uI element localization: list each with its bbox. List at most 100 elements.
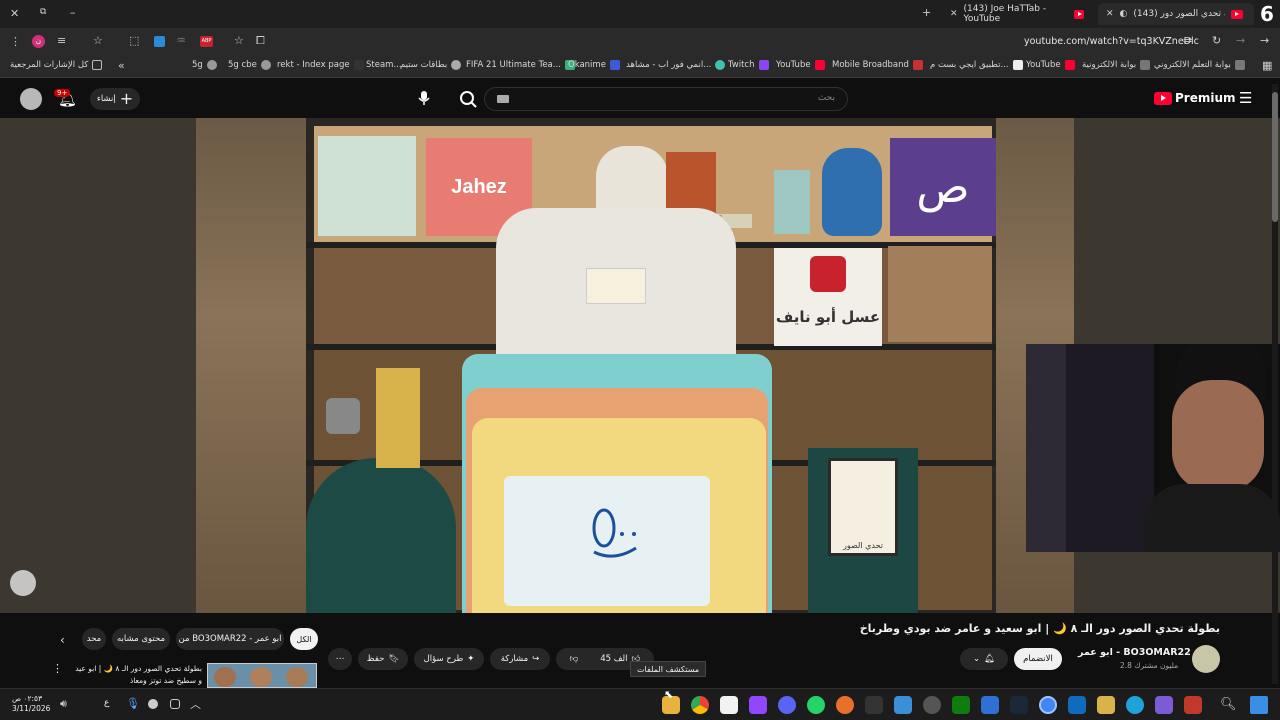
taskbar-search-icon[interactable]: 🔍︎ (1220, 697, 1237, 712)
app-icon[interactable] (720, 696, 738, 714)
extension-blue-icon[interactable] (154, 36, 165, 47)
bookmarks-grid-icon[interactable]: ▦ (1262, 59, 1272, 72)
menu-dots-icon[interactable]: ⋮ (10, 35, 21, 48)
start-button-icon[interactable] (1250, 696, 1268, 714)
tab-current-video[interactable]: ✕ ◐ (143) بطولة تحدي الصور دور... (1098, 3, 1254, 25)
youtube-premium-logo[interactable]: Premium (1154, 91, 1236, 105)
twitch-taskbar-icon[interactable] (749, 696, 767, 714)
video-frame[interactable]: Jahez BEST ص عسل أبو نايف تحدي الصور (196, 118, 1074, 613)
bookmark-item[interactable]: بوابة الالكترونية (1082, 60, 1151, 70)
app-blue2-icon[interactable] (981, 696, 999, 714)
microphone-tray-icon[interactable]: 🎙︎ (126, 697, 140, 710)
create-button[interactable]: إنشاء + (90, 88, 140, 110)
bookmark-item[interactable]: بطاقات ستيم (400, 60, 462, 70)
bookmark-item[interactable]: تطبيق ايجي بست م... (930, 60, 1023, 70)
reload-icon[interactable]: ↻ (1212, 34, 1221, 47)
minimize-window-icon[interactable]: – (70, 6, 76, 19)
hamburger-menu-icon[interactable]: ☰ (1239, 89, 1252, 107)
more-bookmarks-icon[interactable]: « (118, 59, 125, 72)
bookmark-item[interactable]: rekt - Index page (277, 60, 364, 70)
subscribed-button[interactable]: ⌄ 🔔︎ (960, 648, 1008, 670)
bookmark-item[interactable]: Okanime (568, 60, 620, 70)
xbox-icon[interactable] (952, 696, 970, 714)
ask-button[interactable]: طرح سؤال ✦ (414, 648, 484, 670)
discord-icon[interactable] (778, 696, 796, 714)
restore-window-icon[interactable]: ⧉ (40, 7, 46, 17)
bookmark-item[interactable]: Steam... (366, 60, 402, 70)
steam-taskbar-icon[interactable] (1010, 696, 1028, 714)
channel-avatar[interactable] (1192, 645, 1220, 673)
close-window-icon[interactable]: ✕ (10, 7, 19, 20)
obs-icon[interactable] (923, 696, 941, 714)
chip-all[interactable]: الكل (290, 628, 318, 650)
edge-icon[interactable] (1126, 696, 1144, 714)
bookmark-item[interactable]: بوابة التعلم الالكتروني (1154, 60, 1245, 70)
chip-from-channel[interactable]: من BO3OMAR22 - ابو عمر (176, 628, 284, 650)
back-icon[interactable]: → (1260, 34, 1269, 47)
profile-badge[interactable]: 6 (1260, 2, 1274, 26)
share-button[interactable]: مشاركة ↪ (490, 648, 550, 670)
bookmark-item[interactable]: 5g cbe (228, 60, 271, 70)
audio-icon[interactable]: ◐ (1120, 9, 1128, 19)
page-scrollbar[interactable] (1272, 84, 1278, 684)
dislike-icon[interactable]: 👎︎ (570, 654, 579, 664)
side-video-title[interactable]: بطولة تحدي الصور دور الـ ٨ 🌙 | ابو عيد و… (66, 663, 202, 687)
tab-close-icon[interactable]: ✕ (1106, 9, 1114, 19)
bookmarks-bar: كل الإشارات المرجعية « 5g 5g cbe rekt - … (0, 56, 1280, 78)
site-settings-icon[interactable]: ⇌ (1183, 34, 1192, 47)
keyboard-icon[interactable] (497, 95, 509, 103)
more-actions-button[interactable]: ⋯ (328, 648, 352, 670)
chips-scroll-left-icon[interactable]: ‹ (60, 633, 65, 647)
store-icon[interactable] (1097, 696, 1115, 714)
app-dark-icon[interactable] (865, 696, 883, 714)
cast-icon[interactable]: ⧠ (256, 34, 265, 48)
bookmark-item[interactable]: YouTube (776, 60, 825, 70)
adblock-icon[interactable]: ABP (200, 36, 213, 47)
app-red-icon[interactable] (1184, 696, 1202, 714)
app-orange-icon[interactable] (836, 696, 854, 714)
bookmark-item[interactable]: انمي فور اب - مشاهد... (626, 60, 726, 70)
input-language[interactable]: ع (104, 698, 109, 708)
app-blue-icon[interactable] (894, 696, 912, 714)
chrome-active-icon[interactable] (1039, 696, 1057, 714)
profile-avatar-icon[interactable]: ن (32, 35, 45, 48)
star-list-icon[interactable]: ☆ (93, 34, 103, 47)
search-input[interactable]: بحث (484, 87, 848, 111)
side-video-menu-icon[interactable]: ⋮ (52, 662, 63, 675)
bookmark-item[interactable]: Mobile Broadband (832, 60, 923, 70)
microphone-icon[interactable] (417, 90, 431, 106)
tab-joe-hattab[interactable]: ✕ (143) Joe HaTTab - YouTube (942, 3, 1092, 25)
bookmark-item[interactable]: FIFA 21 Ultimate Tea... (466, 60, 575, 70)
scrollbar-thumb[interactable] (1272, 92, 1278, 222)
whatsapp-icon[interactable] (807, 696, 825, 714)
tray-overflow-icon[interactable]: ︿ (190, 696, 201, 712)
extensions-icon[interactable]: ⬚ (129, 34, 139, 47)
channel-watermark-icon[interactable] (10, 570, 36, 596)
bookmark-star-icon[interactable]: ☆ (234, 34, 244, 47)
tray-app-icon[interactable] (148, 699, 158, 709)
save-button[interactable]: حفظ 🔖︎ (358, 648, 408, 670)
chip-more[interactable]: محد (82, 628, 106, 650)
new-tab-icon[interactable]: + (922, 6, 931, 19)
chrome-icon[interactable] (691, 696, 709, 714)
forward-icon[interactable]: → (1236, 34, 1245, 47)
tab-close-icon[interactable]: ✕ (950, 9, 958, 19)
chip-related[interactable]: محتوى مشابه (112, 628, 170, 650)
bookmark-item[interactable]: YouTube (1026, 60, 1075, 70)
reading-list-icon[interactable]: ≡ (57, 34, 66, 47)
url-field[interactable]: youtube.com/watch?v=tq3KVZneDlc (1024, 36, 1199, 47)
outlook-icon[interactable] (1068, 696, 1086, 714)
app-purple-icon[interactable] (1155, 696, 1173, 714)
side-video-thumbnail[interactable] (207, 663, 317, 688)
clock[interactable]: ٠٢:٥٣ ص 3/11/2026 (12, 694, 50, 714)
join-button[interactable]: الانضمام (1014, 648, 1062, 670)
extension-grey-icon[interactable]: ♒ (176, 34, 186, 47)
volume-icon[interactable]: 🔊︎ (60, 697, 67, 711)
channel-name[interactable]: ابو عمر - BO3OMAR22 (1078, 647, 1191, 658)
account-avatar[interactable] (20, 88, 42, 110)
tray-app-icon[interactable] (170, 699, 180, 709)
search-icon[interactable] (456, 88, 480, 110)
all-bookmarks-folder[interactable]: كل الإشارات المرجعية (10, 60, 103, 70)
bookmark-item[interactable]: Twitch (728, 60, 769, 70)
bookmark-item[interactable]: 5g (192, 60, 217, 70)
